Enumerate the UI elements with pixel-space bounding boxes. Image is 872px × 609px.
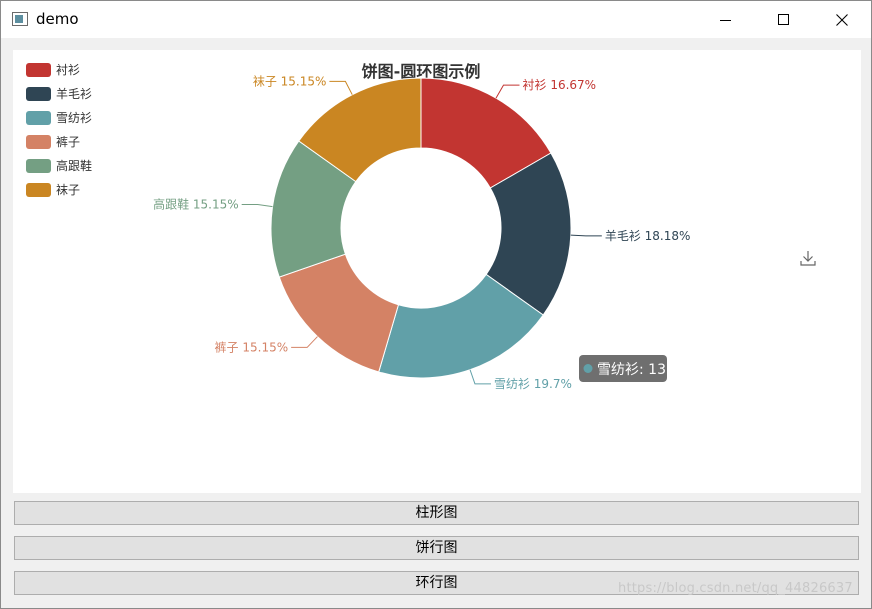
maximize-button[interactable]: [755, 1, 813, 38]
tooltip: 雪纺衫: 13: [579, 355, 667, 382]
slice-裤子[interactable]: [278, 253, 400, 373]
legend-item-雪纺衫[interactable]: 雪纺衫: [26, 111, 92, 125]
label-line-羊毛衫: [570, 234, 602, 237]
donut-chart: 饼图-圆环图示例 衬衫羊毛衫雪纺衫裤子高跟鞋袜子 衬衫 16.67%羊毛衫 18…: [26, 62, 816, 391]
legend-item-袜子[interactable]: 袜子: [26, 183, 80, 197]
label-line-衬衫: [495, 84, 520, 99]
slice-label-雪纺衫: 雪纺衫 19.7%: [494, 377, 572, 391]
label-line-雪纺衫: [469, 369, 491, 385]
legend-swatch: [26, 63, 51, 77]
app-icon: [12, 12, 28, 26]
bar-chart-button[interactable]: 柱形图: [14, 501, 859, 525]
slice-label-羊毛衫: 羊毛衫 18.18%: [605, 228, 691, 243]
label-line-高跟鞋: [241, 204, 273, 208]
tooltip-text: 雪纺衫: 13: [597, 362, 666, 378]
legend-label: 裤子: [56, 135, 80, 149]
label-line-裤子: [291, 336, 318, 348]
legend-label: 雪纺衫: [56, 111, 92, 125]
watermark: https://blog.csdn.net/qq_44826637: [618, 581, 853, 596]
slice-label-衬衫: 衬衫 16.67%: [523, 78, 597, 92]
close-button[interactable]: [813, 1, 871, 38]
maximize-icon: [778, 13, 789, 25]
legend-swatch: [26, 135, 51, 149]
slice-label-袜子: 袜子 15.15%: [253, 74, 327, 88]
minimize-button[interactable]: [697, 1, 755, 38]
title-bar: demo: [1, 1, 871, 38]
legend-label: 高跟鞋: [56, 158, 92, 173]
window-title: demo: [36, 10, 79, 28]
legend-item-衬衫[interactable]: 衬衫: [26, 63, 80, 77]
label-line-袜子: [329, 80, 353, 95]
app-window: demo 饼图-圆环图示例 衬衫 羊毛衫 雪纺衫 裤子 高跟鞋 袜子 衬衫 16.67% 羊…: [0, 0, 872, 609]
legend-swatch: [26, 87, 51, 101]
legend-swatch: [26, 111, 51, 125]
legend-item-高跟鞋[interactable]: 高跟鞋: [26, 158, 92, 173]
legend-label: 羊毛衫: [56, 86, 92, 101]
slice-label-裤子: 裤子 15.15%: [215, 340, 289, 354]
minimize-icon: [720, 19, 731, 21]
pie-chart-button[interactable]: 饼行图: [14, 536, 859, 560]
close-icon: [836, 13, 848, 26]
legend: 衬衫羊毛衫雪纺衫裤子高跟鞋袜子: [26, 63, 92, 197]
download-icon[interactable]: [800, 251, 816, 266]
chart-view: 饼图-圆环图示例 衬衫 羊毛衫 雪纺衫 裤子 高跟鞋 袜子 衬衫 16.67% 羊毛衫 18…: [13, 50, 861, 493]
slices: [270, 77, 572, 379]
legend-swatch: [26, 183, 51, 197]
legend-item-裤子[interactable]: 裤子: [26, 135, 80, 149]
legend-label: 衬衫: [56, 63, 80, 77]
slice-label-高跟鞋: 高跟鞋 15.15%: [153, 197, 239, 212]
legend-swatch: [26, 159, 51, 173]
legend-label: 袜子: [56, 183, 80, 197]
legend-item-羊毛衫[interactable]: 羊毛衫: [26, 86, 92, 101]
